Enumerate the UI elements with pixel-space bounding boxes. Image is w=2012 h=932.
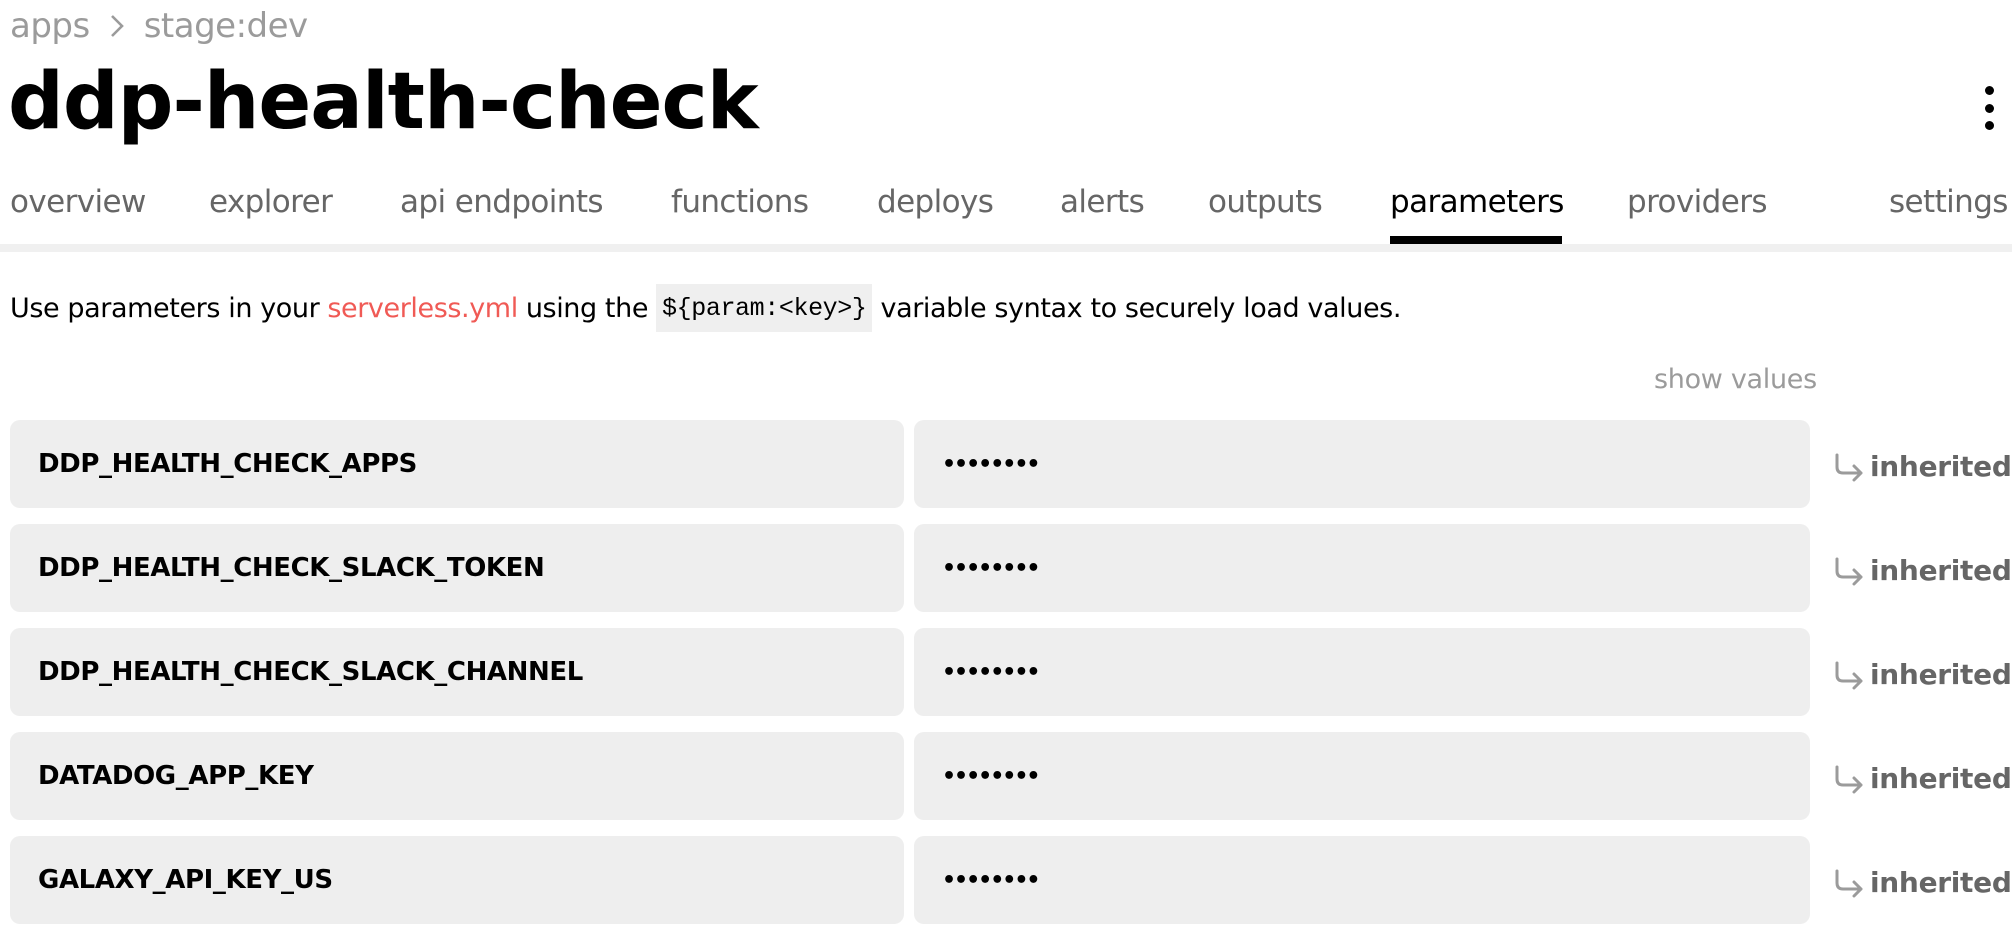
- tab-deploys[interactable]: deploys: [877, 184, 994, 220]
- parameter-value[interactable]: ••••••••: [914, 836, 1810, 924]
- active-tab-indicator: [1390, 236, 1562, 244]
- tab-settings[interactable]: settings: [1889, 184, 2008, 220]
- show-values-button[interactable]: show values: [1654, 364, 1817, 395]
- tab-parameters[interactable]: parameters: [1390, 184, 1564, 220]
- parameter-key[interactable]: DDP_HEALTH_CHECK_APPS: [10, 420, 904, 508]
- tab-providers[interactable]: providers: [1627, 184, 1768, 220]
- tab-bar-divider: [0, 244, 2012, 252]
- parameter-key[interactable]: DATADOG_APP_KEY: [10, 732, 904, 820]
- inherited-badge: inherited: [1832, 654, 2012, 694]
- parameter-key[interactable]: DDP_HEALTH_CHECK_SLACK_TOKEN: [10, 524, 904, 612]
- parameter-value[interactable]: ••••••••: [914, 732, 1810, 820]
- parameter-value[interactable]: ••••••••: [914, 628, 1810, 716]
- inherited-badge: inherited: [1832, 446, 2012, 486]
- parameter-key[interactable]: DDP_HEALTH_CHECK_SLACK_CHANNEL: [10, 628, 904, 716]
- inherited-badge: inherited: [1832, 550, 2012, 590]
- parameter-value[interactable]: ••••••••: [914, 420, 1810, 508]
- parameter-key[interactable]: GALAXY_API_KEY_US: [10, 836, 904, 924]
- more-options-button[interactable]: [1976, 86, 2002, 130]
- parameters-description: Use parameters in your serverless.yml us…: [10, 284, 1401, 332]
- more-vertical-icon: [1984, 86, 1994, 95]
- tab-functions[interactable]: functions: [671, 184, 809, 220]
- breadcrumb-item-apps[interactable]: apps: [10, 6, 90, 46]
- inherit-arrow-icon: [1835, 661, 1863, 690]
- inherited-badge: inherited: [1832, 758, 2012, 798]
- breadcrumb-item-stage[interactable]: stage:dev: [144, 6, 308, 46]
- tab-alerts[interactable]: alerts: [1060, 184, 1145, 220]
- inherit-arrow-icon: [1835, 557, 1863, 586]
- parameter-value[interactable]: ••••••••: [914, 524, 1810, 612]
- breadcrumb: apps stage:dev: [10, 4, 308, 48]
- parameter-row: DDP_HEALTH_CHECK_APPS •••••••• inherited: [10, 420, 2012, 508]
- inherit-arrow-icon: [1835, 765, 1863, 794]
- serverless-yml-link[interactable]: serverless.yml: [327, 293, 518, 324]
- parameter-row: DATADOG_APP_KEY •••••••• inherited: [10, 732, 2012, 820]
- tab-api-endpoints[interactable]: api endpoints: [400, 184, 604, 220]
- page-title: ddp-health-check: [8, 57, 759, 147]
- inherited-badge: inherited: [1832, 862, 2012, 902]
- parameter-row: GALAXY_API_KEY_US •••••••• inherited: [10, 836, 2012, 924]
- parameter-row: DDP_HEALTH_CHECK_SLACK_CHANNEL •••••••• …: [10, 628, 2012, 716]
- parameter-row: DDP_HEALTH_CHECK_SLACK_TOKEN •••••••• in…: [10, 524, 2012, 612]
- inherit-arrow-icon: [1835, 869, 1863, 898]
- tab-explorer[interactable]: explorer: [209, 184, 333, 220]
- tab-outputs[interactable]: outputs: [1208, 184, 1323, 220]
- inherit-arrow-icon: [1835, 453, 1863, 482]
- chevron-right-icon: [108, 12, 126, 40]
- tab-bar: overview explorer api endpoints function…: [0, 178, 2012, 252]
- tab-overview[interactable]: overview: [10, 184, 146, 220]
- param-syntax-code: ${param:<key>}: [656, 284, 873, 332]
